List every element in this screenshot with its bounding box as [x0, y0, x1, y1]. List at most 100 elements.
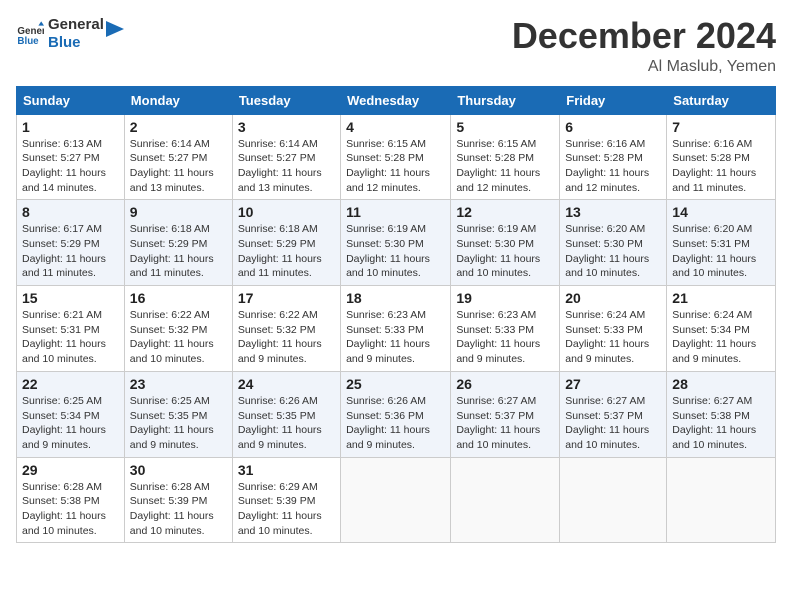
day-number: 11: [346, 204, 445, 220]
calendar-cell: 13 Sunrise: 6:20 AM Sunset: 5:30 PM Dayli…: [560, 200, 667, 286]
day-info: Sunrise: 6:14 AM Sunset: 5:27 PM Dayligh…: [238, 137, 335, 196]
calendar-cell: 9 Sunrise: 6:18 AM Sunset: 5:29 PM Daylig…: [124, 200, 232, 286]
day-info: Sunrise: 6:16 AM Sunset: 5:28 PM Dayligh…: [565, 137, 661, 196]
calendar-header-row: SundayMondayTuesdayWednesdayThursdayFrid…: [17, 86, 776, 114]
day-number: 24: [238, 376, 335, 392]
day-info: Sunrise: 6:27 AM Sunset: 5:38 PM Dayligh…: [672, 394, 770, 453]
title-block: December 2024 Al Maslub, Yemen: [512, 16, 776, 76]
calendar-week-row: 1Sunrise: 6:13 AM Sunset: 5:27 PM Daylig…: [17, 114, 776, 200]
calendar-cell: 20 Sunrise: 6:24 AM Sunset: 5:33 PM Dayli…: [560, 286, 667, 372]
day-number: 5: [456, 119, 554, 135]
day-number: 22: [22, 376, 119, 392]
day-info: Sunrise: 6:24 AM Sunset: 5:34 PM Dayligh…: [672, 308, 770, 367]
calendar-table: SundayMondayTuesdayWednesdayThursdayFrid…: [16, 86, 776, 544]
day-number: 15: [22, 290, 119, 306]
logo-blue: Blue: [48, 34, 104, 52]
day-info: Sunrise: 6:23 AM Sunset: 5:33 PM Dayligh…: [456, 308, 554, 367]
calendar-cell: 27Sunrise: 6:27 AM Sunset: 5:37 PM Dayli…: [560, 371, 667, 457]
calendar-cell: 10 Sunrise: 6:18 AM Sunset: 5:29 PM Dayli…: [232, 200, 340, 286]
column-header-sunday: Sunday: [17, 86, 125, 114]
calendar-cell: 31 Sunrise: 6:29 AM Sunset: 5:39 PM Dayli…: [232, 457, 340, 543]
day-info: Sunrise: 6:14 AM Sunset: 5:27 PM Dayligh…: [130, 137, 227, 196]
day-number: 4: [346, 119, 445, 135]
calendar-cell: 28Sunrise: 6:27 AM Sunset: 5:38 PM Dayli…: [667, 371, 776, 457]
day-info: Sunrise: 6:22 AM Sunset: 5:32 PM Dayligh…: [238, 308, 335, 367]
calendar-cell: 16 Sunrise: 6:22 AM Sunset: 5:32 PM Dayli…: [124, 286, 232, 372]
column-header-tuesday: Tuesday: [232, 86, 340, 114]
day-number: 20: [565, 290, 661, 306]
day-info: Sunrise: 6:20 AM Sunset: 5:30 PM Dayligh…: [565, 222, 661, 281]
calendar-cell: [341, 457, 451, 543]
day-number: 27: [565, 376, 661, 392]
calendar-week-row: 15 Sunrise: 6:21 AM Sunset: 5:31 PM Dayli…: [17, 286, 776, 372]
day-number: 2: [130, 119, 227, 135]
day-number: 30: [130, 462, 227, 478]
calendar-cell: 5 Sunrise: 6:15 AM Sunset: 5:28 PM Daylig…: [451, 114, 560, 200]
calendar-cell: 12Sunrise: 6:19 AM Sunset: 5:30 PM Dayli…: [451, 200, 560, 286]
day-info: Sunrise: 6:22 AM Sunset: 5:32 PM Dayligh…: [130, 308, 227, 367]
location: Al Maslub, Yemen: [512, 58, 776, 76]
column-header-thursday: Thursday: [451, 86, 560, 114]
day-number: 14: [672, 204, 770, 220]
calendar-cell: 25Sunrise: 6:26 AM Sunset: 5:36 PM Dayli…: [341, 371, 451, 457]
calendar-week-row: 29Sunrise: 6:28 AM Sunset: 5:38 PM Dayli…: [17, 457, 776, 543]
calendar-cell: 21 Sunrise: 6:24 AM Sunset: 5:34 PM Dayli…: [667, 286, 776, 372]
calendar-cell: 2 Sunrise: 6:14 AM Sunset: 5:27 PM Daylig…: [124, 114, 232, 200]
day-number: 8: [22, 204, 119, 220]
calendar-cell: 6 Sunrise: 6:16 AM Sunset: 5:28 PM Daylig…: [560, 114, 667, 200]
calendar-cell: 11Sunrise: 6:19 AM Sunset: 5:30 PM Dayli…: [341, 200, 451, 286]
logo: General Blue General Blue: [16, 16, 124, 52]
day-info: Sunrise: 6:23 AM Sunset: 5:33 PM Dayligh…: [346, 308, 445, 367]
calendar-cell: 18 Sunrise: 6:23 AM Sunset: 5:33 PM Dayli…: [341, 286, 451, 372]
day-info: Sunrise: 6:21 AM Sunset: 5:31 PM Dayligh…: [22, 308, 119, 367]
svg-text:Blue: Blue: [17, 36, 39, 47]
day-number: 7: [672, 119, 770, 135]
calendar-cell: 30 Sunrise: 6:28 AM Sunset: 5:39 PM Dayli…: [124, 457, 232, 543]
day-info: Sunrise: 6:17 AM Sunset: 5:29 PM Dayligh…: [22, 222, 119, 281]
calendar-cell: 17Sunrise: 6:22 AM Sunset: 5:32 PM Dayli…: [232, 286, 340, 372]
day-info: Sunrise: 6:25 AM Sunset: 5:35 PM Dayligh…: [130, 394, 227, 453]
day-info: Sunrise: 6:15 AM Sunset: 5:28 PM Dayligh…: [346, 137, 445, 196]
day-info: Sunrise: 6:18 AM Sunset: 5:29 PM Dayligh…: [130, 222, 227, 281]
column-header-wednesday: Wednesday: [341, 86, 451, 114]
day-number: 23: [130, 376, 227, 392]
column-header-monday: Monday: [124, 86, 232, 114]
day-info: Sunrise: 6:29 AM Sunset: 5:39 PM Dayligh…: [238, 480, 335, 539]
day-info: Sunrise: 6:25 AM Sunset: 5:34 PM Dayligh…: [22, 394, 119, 453]
day-number: 21: [672, 290, 770, 306]
page-header: General Blue General Blue December 2024 …: [16, 16, 776, 76]
calendar-cell: 29Sunrise: 6:28 AM Sunset: 5:38 PM Dayli…: [17, 457, 125, 543]
day-info: Sunrise: 6:28 AM Sunset: 5:39 PM Dayligh…: [130, 480, 227, 539]
day-number: 12: [456, 204, 554, 220]
calendar-cell: [667, 457, 776, 543]
column-header-saturday: Saturday: [667, 86, 776, 114]
day-number: 9: [130, 204, 227, 220]
month-title: December 2024: [512, 16, 776, 56]
calendar-cell: 23 Sunrise: 6:25 AM Sunset: 5:35 PM Dayli…: [124, 371, 232, 457]
day-info: Sunrise: 6:26 AM Sunset: 5:35 PM Dayligh…: [238, 394, 335, 453]
day-number: 10: [238, 204, 335, 220]
day-number: 31: [238, 462, 335, 478]
calendar-cell: 1Sunrise: 6:13 AM Sunset: 5:27 PM Daylig…: [17, 114, 125, 200]
day-info: Sunrise: 6:28 AM Sunset: 5:38 PM Dayligh…: [22, 480, 119, 539]
calendar-cell: 22 Sunrise: 6:25 AM Sunset: 5:34 PM Dayli…: [17, 371, 125, 457]
calendar-cell: 24 Sunrise: 6:26 AM Sunset: 5:35 PM Dayli…: [232, 371, 340, 457]
day-info: Sunrise: 6:15 AM Sunset: 5:28 PM Dayligh…: [456, 137, 554, 196]
calendar-cell: 3Sunrise: 6:14 AM Sunset: 5:27 PM Daylig…: [232, 114, 340, 200]
day-number: 18: [346, 290, 445, 306]
day-number: 25: [346, 376, 445, 392]
calendar-cell: 19 Sunrise: 6:23 AM Sunset: 5:33 PM Dayli…: [451, 286, 560, 372]
day-number: 13: [565, 204, 661, 220]
day-info: Sunrise: 6:18 AM Sunset: 5:29 PM Dayligh…: [238, 222, 335, 281]
day-info: Sunrise: 6:24 AM Sunset: 5:33 PM Dayligh…: [565, 308, 661, 367]
day-number: 6: [565, 119, 661, 135]
day-number: 16: [130, 290, 227, 306]
column-header-friday: Friday: [560, 86, 667, 114]
day-number: 19: [456, 290, 554, 306]
logo-icon: General Blue: [16, 20, 44, 48]
day-info: Sunrise: 6:27 AM Sunset: 5:37 PM Dayligh…: [456, 394, 554, 453]
day-info: Sunrise: 6:13 AM Sunset: 5:27 PM Dayligh…: [22, 137, 119, 196]
logo-flag-icon: [106, 21, 124, 43]
day-number: 26: [456, 376, 554, 392]
calendar-week-row: 22 Sunrise: 6:25 AM Sunset: 5:34 PM Dayli…: [17, 371, 776, 457]
